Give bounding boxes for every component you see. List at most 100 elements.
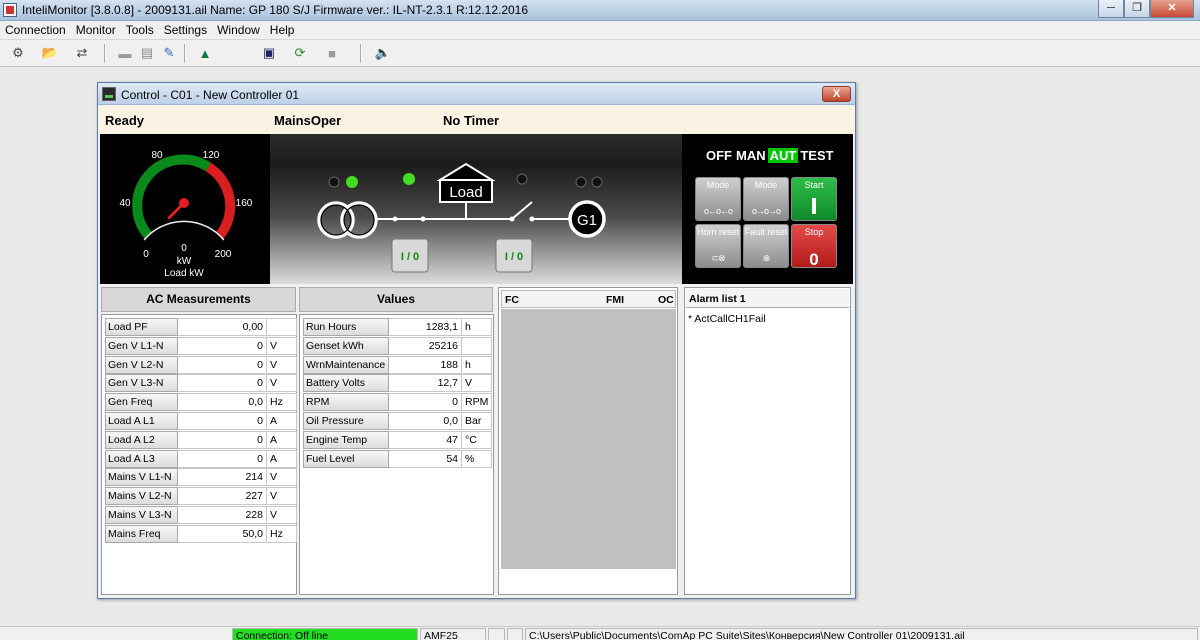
mains-indicator-1 [328, 176, 340, 188]
list-icon[interactable]: ▤ [138, 44, 156, 62]
gauge-hub [179, 198, 189, 208]
column-oc[interactable]: OC [658, 294, 674, 306]
mode-test[interactable]: TEST [798, 148, 835, 163]
value-name-label[interactable]: Mains V L3-N [105, 506, 178, 524]
unit-cell: V [267, 487, 297, 506]
app-title-bar: InteliMonitor [3.8.0.8] - 2009131.ail Na… [0, 0, 1200, 21]
value-name-label[interactable]: Oil Pressure [303, 412, 389, 430]
value-name-label[interactable]: Run Hours [303, 318, 389, 336]
value-name-label[interactable]: Mains V L1-N [105, 468, 178, 487]
value-cell: 0,0 [389, 412, 462, 430]
value-name-label[interactable]: Load A L2 [105, 430, 178, 449]
value-name-label[interactable]: Engine Temp [303, 430, 389, 449]
transformer-icon [317, 201, 378, 239]
menu-settings[interactable]: Settings [159, 21, 212, 39]
gauge-label: Load kW [164, 268, 204, 279]
menu-help[interactable]: Help [265, 21, 300, 39]
status-cell-empty [488, 628, 505, 640]
app-title: InteliMonitor [3.8.0.8] - 2009131.ail Na… [22, 3, 529, 17]
horn-reset-button[interactable]: Horn reset ⊂⊗ [695, 224, 741, 268]
mode-right-icon: o→o→o [751, 206, 781, 216]
unit-cell: V [462, 374, 492, 393]
value-name-label[interactable]: Battery Volts [303, 374, 389, 393]
unit-cell [267, 318, 297, 336]
gcb-button-label: I / 0 [505, 251, 523, 263]
menu-monitor[interactable]: Monitor [71, 21, 121, 39]
value-name-label[interactable]: WrnMaintenance [303, 355, 389, 374]
ac-row: Mains Freq 50,0 Hz [105, 524, 297, 543]
menu-connection[interactable]: Connection [0, 21, 71, 39]
speaker-icon[interactable]: 🔈 [374, 44, 392, 62]
stop-button[interactable]: Stop 0 [791, 224, 837, 268]
gauge-reading: 0 [181, 243, 187, 254]
print-icon[interactable]: ■ [323, 44, 341, 62]
values-row: Battery Volts 12,7 V [303, 374, 492, 393]
edit-icon[interactable]: ✎ [160, 44, 178, 62]
mcb-button[interactable]: I / 0 [391, 238, 429, 273]
minimize-icon[interactable]: ─ [1098, 0, 1124, 18]
ac-row: Load A L3 0 A [105, 449, 297, 468]
value-cell: 227 [178, 487, 267, 506]
stop-icon: 0 [809, 250, 819, 269]
value-cell: 12,7 [389, 374, 462, 393]
values-header: Values [299, 287, 493, 312]
value-cell: 54 [389, 449, 462, 468]
unit-cell: RPM [462, 393, 492, 412]
close-icon[interactable]: ✕ [1150, 0, 1194, 18]
value-name-label[interactable]: Fuel Level [303, 449, 389, 468]
monitor-icon[interactable]: ▣ [260, 44, 278, 62]
controller-status-bar: Ready MainsOper No Timer [98, 106, 855, 134]
start-button[interactable]: Start [791, 177, 837, 221]
value-name-label[interactable]: Load PF [105, 318, 178, 336]
values-row: RPM 0 RPM [303, 393, 492, 412]
value-name-label[interactable]: Mains Freq [105, 524, 178, 543]
value-name-label[interactable]: Gen V L3-N [105, 374, 178, 393]
ac-measurements-table: Load PF 0,00 Gen V L1-N 0 V Gen V L2-N 0 V Gen V… [101, 314, 297, 595]
chart-icon[interactable]: ▲ [196, 44, 214, 62]
value-name-label[interactable]: RPM [303, 393, 389, 412]
disconnect-icon[interactable]: ⇄ [73, 44, 91, 62]
single-line-diagram: Load G1 I / 0 I / 0 [270, 134, 682, 284]
open-archive-icon[interactable]: 📂 [41, 44, 59, 62]
column-fmi[interactable]: FMI [606, 294, 624, 306]
unit-cell: % [462, 449, 492, 468]
gcb-button[interactable]: I / 0 [495, 238, 533, 273]
restore-icon[interactable]: ❐ [1124, 0, 1150, 18]
ac-row: Mains V L2-N 227 V [105, 487, 297, 506]
file-path: C:\Users\Public\Documents\ComAp PC Suite… [525, 628, 1198, 640]
card-icon[interactable]: ▬ [116, 44, 134, 62]
value-name-label[interactable]: Gen V L2-N [105, 355, 178, 374]
mode-left-button[interactable]: Mode o←o←o [695, 177, 741, 221]
control-window-title: Control - C01 - New Controller 01 [121, 88, 300, 102]
fault-code-table: FC FMI OC [498, 287, 678, 595]
value-name-label[interactable]: Load A L1 [105, 412, 178, 430]
close-window-button[interactable]: X [822, 86, 851, 102]
gauge-unit: kW [177, 256, 192, 267]
power-gauge: 0 40 80 120 160 200 0 kW Load kW [100, 134, 270, 284]
mode-aut[interactable]: AUT [767, 148, 799, 163]
connect-icon[interactable]: ⚙ [9, 44, 27, 62]
value-name-label[interactable]: Load A L3 [105, 449, 178, 468]
fault-reset-button[interactable]: Fault reset ⊗ [743, 224, 789, 268]
mode-man[interactable]: MAN [734, 148, 768, 163]
value-name-label[interactable]: Gen V L1-N [105, 336, 178, 355]
refresh-icon[interactable]: ⟳ [291, 44, 309, 62]
value-name-label[interactable]: Gen Freq [105, 393, 178, 412]
mode-off[interactable]: OFF [704, 148, 734, 163]
fault-code-list[interactable] [501, 309, 676, 569]
values-row: Engine Temp 47 °C [303, 430, 492, 449]
gcb-indicator [516, 173, 528, 185]
horn-icon: ⊂⊗ [711, 253, 725, 263]
value-cell: 0,0 [178, 393, 267, 412]
value-name-label[interactable]: Genset kWh [303, 336, 389, 355]
menu-window[interactable]: Window [212, 21, 265, 39]
mode-right-button[interactable]: Mode o→o→o [743, 177, 789, 221]
column-fc[interactable]: FC [505, 294, 519, 306]
alarm-list: Alarm list 1 * ActCallCH1Fail [684, 287, 851, 595]
menu-tools[interactable]: Tools [121, 21, 159, 39]
alarm-item[interactable]: * ActCallCH1Fail [688, 313, 766, 325]
values-row: WrnMaintenance 188 h [303, 355, 492, 374]
value-name-label[interactable]: Mains V L2-N [105, 487, 178, 506]
controller-type: AMF25 [420, 628, 486, 640]
ac-row: Mains V L3-N 228 V [105, 506, 297, 524]
